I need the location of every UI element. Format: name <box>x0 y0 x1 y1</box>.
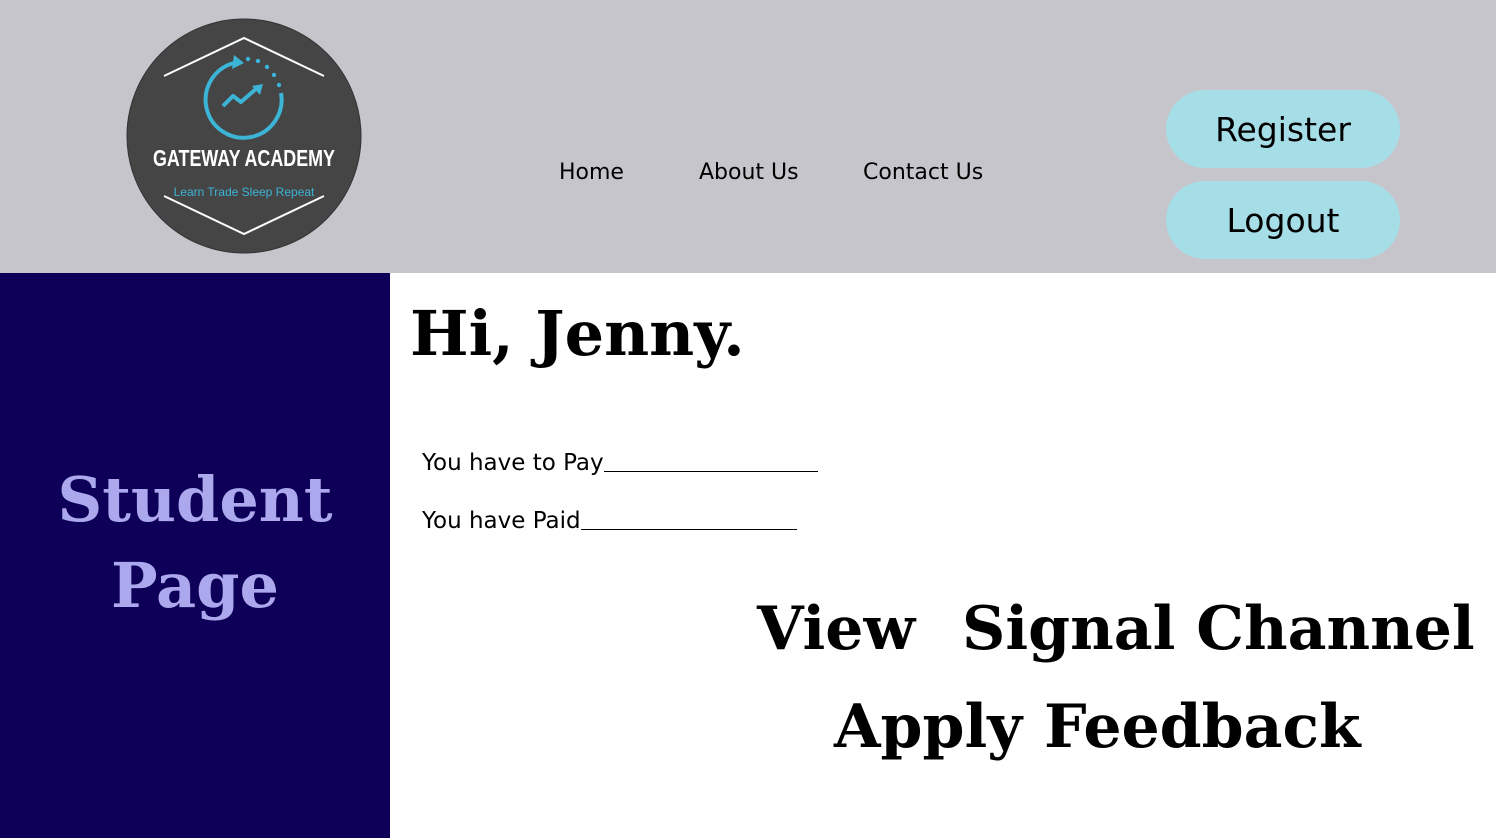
amount-to-pay-label: You have to Pay <box>422 450 604 476</box>
nav-contact-us-link[interactable]: Contact Us <box>863 160 983 185</box>
signal-channel-link[interactable]: Signal Channel <box>962 594 1475 664</box>
amount-paid-label: You have Paid <box>422 508 581 534</box>
logo-name: GATEWAY ACADEMY <box>153 145 335 171</box>
sidebar-title-line1: Student <box>57 463 333 536</box>
nav-about-us-link[interactable]: About Us <box>699 160 799 185</box>
gateway-academy-logo[interactable]: GATEWAY ACADEMY Learn Trade Sleep Repeat <box>126 18 362 254</box>
view-link[interactable]: View <box>757 594 915 664</box>
amount-to-pay-row: You have to Pay <box>422 450 818 476</box>
sidebar-title-line2: Page <box>111 549 279 622</box>
sidebar: Student Page <box>0 273 390 838</box>
greeting-heading: Hi, Jenny. <box>410 297 745 370</box>
apply-link[interactable]: Apply <box>834 692 1022 762</box>
nav-home-link[interactable]: Home <box>559 160 624 185</box>
logo-tagline: Learn Trade Sleep Repeat <box>174 185 315 199</box>
amount-paid-row: You have Paid <box>422 508 797 534</box>
register-button[interactable]: Register <box>1166 90 1400 168</box>
amount-paid-blank <box>580 528 797 530</box>
top-header: GATEWAY ACADEMY Learn Trade Sleep Repeat… <box>0 0 1496 273</box>
feedback-link[interactable]: Feedback <box>1044 692 1361 762</box>
logo-emblem: GATEWAY ACADEMY Learn Trade Sleep Repeat <box>126 18 362 254</box>
logout-button[interactable]: Logout <box>1166 181 1400 259</box>
sidebar-title: Student Page <box>0 457 390 629</box>
amount-to-pay-blank <box>603 470 818 472</box>
